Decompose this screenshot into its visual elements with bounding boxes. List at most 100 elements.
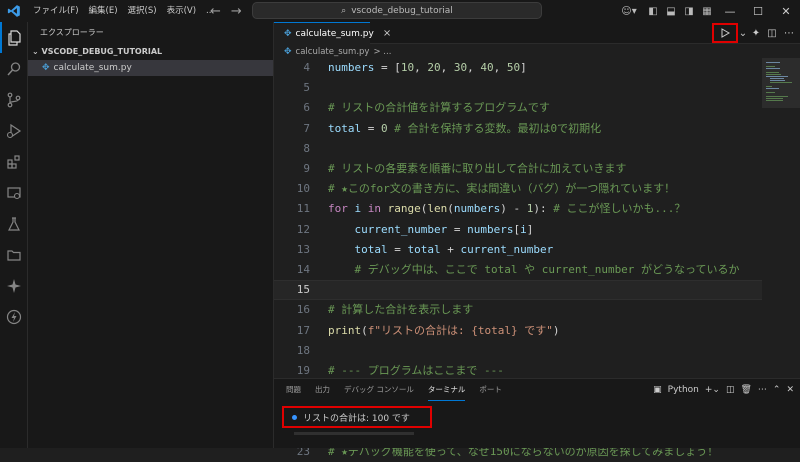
code-line[interactable]: 14 # デバッグ中は、ここで total や current_number が… [274, 260, 764, 280]
code-line[interactable]: 7 total = 0 # 合計を保持する変数。最初は0で初期化 [274, 119, 764, 139]
remote-explorer-icon[interactable] [0, 177, 28, 208]
copilot-sparkle-icon[interactable]: ✦ [748, 22, 764, 44]
terminal-shell-icon: ▣ [653, 385, 662, 395]
menu-edit[interactable]: 編集(E) [84, 0, 123, 22]
line-code: total = 0 # 合計を保持する変数。最初は0で初期化 [328, 121, 602, 135]
vscode-logo-icon [0, 0, 28, 22]
python-file-icon: ✥ [284, 28, 292, 39]
bottom-panel: 問題 出力 デバッグ コンソール ターミナル ポート ▣ Python +⌄ ◫… [274, 378, 800, 448]
code-line[interactable]: 4 numbers = [10, 20, 30, 40, 50] [274, 58, 764, 78]
code-line[interactable]: 13 total = total + current_number [274, 240, 764, 260]
tab-terminal[interactable]: ターミナル [427, 379, 466, 401]
maximize-button[interactable]: ☐ [744, 0, 772, 22]
line-number: 4 [303, 61, 310, 74]
line-code: # リストの各要素を順番に取り出して合計に加えていきます [328, 162, 627, 175]
copilot-icon[interactable]: ☺▾ [614, 0, 644, 22]
tab-debug-console[interactable]: デバッグ コンソール [344, 379, 414, 401]
file-item-calculate-sum[interactable]: ✥ calculate_sum.py [28, 60, 273, 76]
nav-arrows: ← → [210, 0, 242, 22]
close-panel-icon[interactable]: ✕ [786, 385, 794, 395]
code-line[interactable]: 5 [274, 78, 764, 98]
code-line[interactable]: 8 [274, 139, 764, 159]
explorer-icon[interactable] [0, 22, 28, 53]
file-name: calculate_sum.py [53, 63, 132, 73]
terminal-output-highlight: リストの合計は: 100 です [282, 406, 432, 428]
code-line[interactable]: 17 print(f"リストの合計は: {total} です") [274, 321, 764, 341]
line-number: 13 [296, 242, 310, 256]
code-line[interactable]: 15 [274, 280, 764, 301]
menu-view[interactable]: 表示(V) [162, 0, 201, 22]
python-file-icon: ✥ [42, 63, 50, 73]
search-view-icon[interactable] [0, 53, 28, 84]
kill-terminal-icon[interactable]: 🗑 [740, 385, 751, 395]
python-terminal-label[interactable]: Python [668, 385, 699, 395]
folder-icon[interactable] [0, 239, 28, 270]
sparkle-icon[interactable] [0, 270, 28, 301]
line-code: # ★このfor文の書き方に、実は間違い（バグ）が一つ隠れています！ [328, 182, 676, 196]
code-line[interactable]: 18 [274, 341, 764, 361]
line-code: # リストの合計値を計算するプログラムです [328, 101, 550, 115]
workspace-name: VSCODE_DEBUG_TUTORIAL [41, 47, 163, 56]
terminal-next-line [294, 432, 414, 435]
testing-flask-icon[interactable] [0, 208, 28, 239]
line-number: 5 [303, 81, 310, 95]
close-icon[interactable]: × [383, 28, 391, 39]
line-number: 11 [296, 202, 310, 216]
more-actions-icon[interactable]: ⋯ [758, 385, 767, 395]
toggle-primary-sidebar-icon[interactable]: ◧ [644, 0, 662, 22]
tab-problems[interactable]: 問題 [286, 379, 301, 401]
run-python-file-button[interactable] [712, 23, 738, 43]
split-editor-icon[interactable]: ◫ [764, 22, 780, 44]
explorer-sidebar: エクスプローラー ⌄ VSCODE_DEBUG_TUTORIAL ✥ calcu… [28, 22, 274, 448]
line-number: 16 [296, 303, 310, 317]
customize-layout-icon[interactable]: ▦ [698, 0, 716, 22]
code-line[interactable]: 11 for i in range(len(numbers) - 1): # ここ… [274, 199, 764, 219]
tab-ports[interactable]: ポート [479, 379, 502, 401]
close-window-button[interactable]: ✕ [772, 0, 800, 22]
menu-file[interactable]: ファイル(F) [28, 0, 84, 22]
line-number: 8 [303, 141, 310, 155]
editor-area: ✥ calculate_sum.py × ⌄ ✦ ◫ ⋯ ✥ calculate… [274, 22, 800, 458]
code-line[interactable]: 6 # リストの合計値を計算するプログラムです [274, 98, 764, 118]
chevron-down-icon: ⌄ [32, 47, 42, 56]
toggle-secondary-sidebar-icon[interactable]: ◨ [680, 0, 698, 22]
line-code: current_number = numbers[i] [354, 222, 534, 236]
line-number: 10 [296, 182, 310, 196]
menu-bar: ファイル(F) 編集(E) 選択(S) 表示(V) ... [28, 0, 219, 22]
panel-actions: ▣ Python +⌄ ◫ 🗑 ⋯ ⌃ ✕ [653, 379, 794, 401]
new-terminal-icon[interactable]: +⌄ [705, 385, 720, 395]
tab-output[interactable]: 出力 [315, 379, 330, 401]
editor-tabs: ✥ calculate_sum.py × ⌄ ✦ ◫ ⋯ [274, 22, 800, 44]
code-line[interactable]: 9 # リストの各要素を順番に取り出して合計に加えていきます [274, 159, 764, 179]
source-control-icon[interactable] [0, 84, 28, 115]
code-line[interactable]: 10 # ★このfor文の書き方に、実は間違い（バグ）が一つ隠れています！ [274, 179, 764, 199]
panel-tabs: 問題 出力 デバッグ コンソール ターミナル ポート [286, 379, 502, 401]
maximize-panel-icon[interactable]: ⌃ [773, 385, 781, 395]
lightning-icon[interactable] [0, 301, 28, 332]
line-code: for i in range(len(numbers) - 1): # ここが怪… [328, 202, 686, 216]
menu-selection[interactable]: 選択(S) [123, 0, 162, 22]
title-bar: ファイル(F) 編集(E) 選択(S) 表示(V) ... ← → ⌕ vsco… [0, 0, 800, 22]
workspace-section[interactable]: ⌄ VSCODE_DEBUG_TUTORIAL [28, 44, 273, 60]
command-center-search[interactable]: ⌕ vscode_debug_tutorial [252, 2, 542, 19]
code-line[interactable]: 16 # 計算した合計を表示します [274, 300, 764, 320]
split-terminal-icon[interactable]: ◫ [726, 385, 735, 395]
more-actions-icon[interactable]: ⋯ [780, 22, 798, 44]
minimize-button[interactable]: — [716, 0, 744, 22]
tab-calculate-sum[interactable]: ✥ calculate_sum.py × [274, 22, 391, 44]
line-code: # 計算した合計を表示します [328, 303, 474, 317]
play-icon [721, 28, 730, 38]
line-number: 15 [296, 283, 310, 297]
extensions-icon[interactable] [0, 146, 28, 177]
forward-arrow-icon[interactable]: → [231, 4, 242, 19]
toggle-panel-icon[interactable]: ⬓ [662, 0, 680, 22]
run-and-debug-icon[interactable] [0, 115, 28, 146]
minimap-slider[interactable] [762, 58, 800, 108]
terminal-output: リストの合計は: 100 です [303, 413, 410, 424]
explorer-title: エクスプローラー [40, 28, 104, 37]
line-number: 18 [296, 343, 310, 357]
back-arrow-icon[interactable]: ← [210, 4, 221, 19]
run-dropdown-chevron-icon[interactable]: ⌄ [738, 22, 748, 44]
line-number: 7 [303, 121, 310, 135]
code-line[interactable]: 12 current_number = numbers[i] [274, 220, 764, 240]
